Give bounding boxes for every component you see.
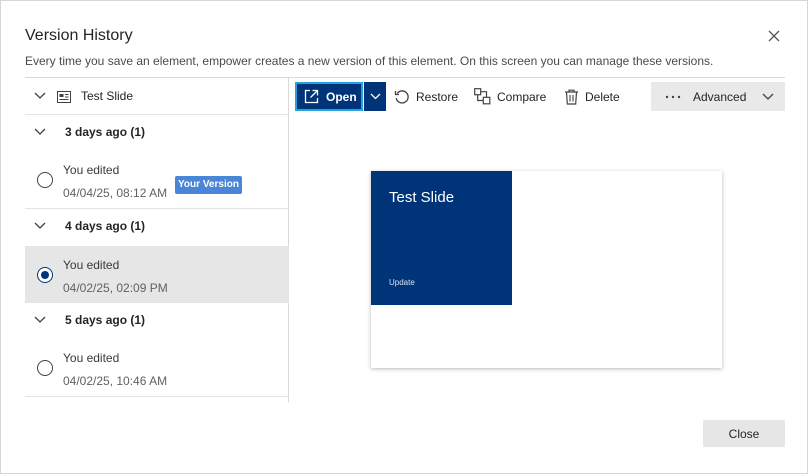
close-icon[interactable] [763, 25, 785, 47]
advanced-label: Advanced [693, 89, 747, 104]
chevron-down-icon[interactable] [25, 92, 55, 100]
version-history-dialog: Version History Every time you save an e… [0, 0, 808, 474]
toolbar: Open Restore Compare Delete Advanced [290, 78, 785, 115]
open-label: Open [326, 89, 357, 104]
dialog-title: Version History [25, 27, 133, 44]
open-button[interactable]: Open [295, 82, 363, 111]
chevron-down-icon[interactable] [25, 128, 55, 136]
dialog-subtitle: Every time you save an element, empower … [25, 54, 714, 68]
restore-icon [394, 89, 410, 105]
tree-root[interactable]: Test Slide [25, 78, 289, 115]
preview-subtitle: Update [389, 278, 415, 287]
compare-icon [474, 88, 491, 105]
restore-label: Restore [416, 89, 459, 104]
close-button[interactable]: Close [703, 420, 785, 447]
preview-title: Test Slide [389, 189, 455, 206]
group-header-4-days[interactable]: 4 days ago (1) [25, 209, 289, 242]
radio-button-checked[interactable] [37, 267, 53, 283]
version-item[interactable]: You edited 04/02/25, 10:46 AM [25, 339, 289, 395]
version-date: 04/02/25, 10:46 AM [63, 374, 168, 388]
version-tree: Test Slide 3 days ago (1) You edited 04/… [25, 78, 289, 402]
open-external-icon [304, 89, 319, 104]
more-icon [665, 95, 681, 99]
slide-icon [57, 90, 71, 103]
open-options-dropdown[interactable] [364, 82, 386, 111]
group-label: 3 days ago (1) [65, 124, 146, 139]
version-item[interactable]: You edited 04/04/25, 08:12 AM Your Versi… [25, 151, 289, 207]
advanced-button[interactable]: Advanced [651, 82, 785, 111]
chevron-down-icon [370, 93, 380, 100]
compare-label: Compare [497, 89, 547, 104]
group-label: 5 days ago (1) [65, 312, 146, 327]
tree-root-label: Test Slide [81, 89, 134, 103]
group-label: 4 days ago (1) [65, 218, 146, 233]
trash-icon [564, 89, 579, 105]
delete-label: Delete [585, 89, 620, 104]
version-author: You edited [63, 351, 120, 365]
version-date: 04/02/25, 02:09 PM [63, 281, 168, 295]
slide-title-panel: Test Slide Update [371, 171, 512, 305]
chevron-down-icon [762, 93, 774, 101]
restore-button[interactable]: Restore [394, 82, 458, 111]
version-date: 04/04/25, 08:12 AM [63, 186, 168, 200]
your-version-badge: Your Version [175, 176, 242, 194]
version-author: You edited [63, 258, 120, 272]
divider [25, 396, 289, 397]
chevron-down-icon[interactable] [25, 316, 55, 324]
compare-button[interactable]: Compare [474, 82, 546, 111]
version-author: You edited [63, 163, 120, 177]
slide-preview: Test Slide Update [371, 171, 722, 368]
version-item-selected[interactable]: You edited 04/02/25, 02:09 PM [25, 246, 289, 302]
radio-button[interactable] [37, 172, 53, 188]
delete-button[interactable]: Delete [564, 82, 620, 111]
chevron-down-icon[interactable] [25, 222, 55, 230]
group-header-5-days[interactable]: 5 days ago (1) [25, 303, 289, 336]
radio-button[interactable] [37, 360, 53, 376]
group-header-3-days[interactable]: 3 days ago (1) [25, 115, 289, 148]
